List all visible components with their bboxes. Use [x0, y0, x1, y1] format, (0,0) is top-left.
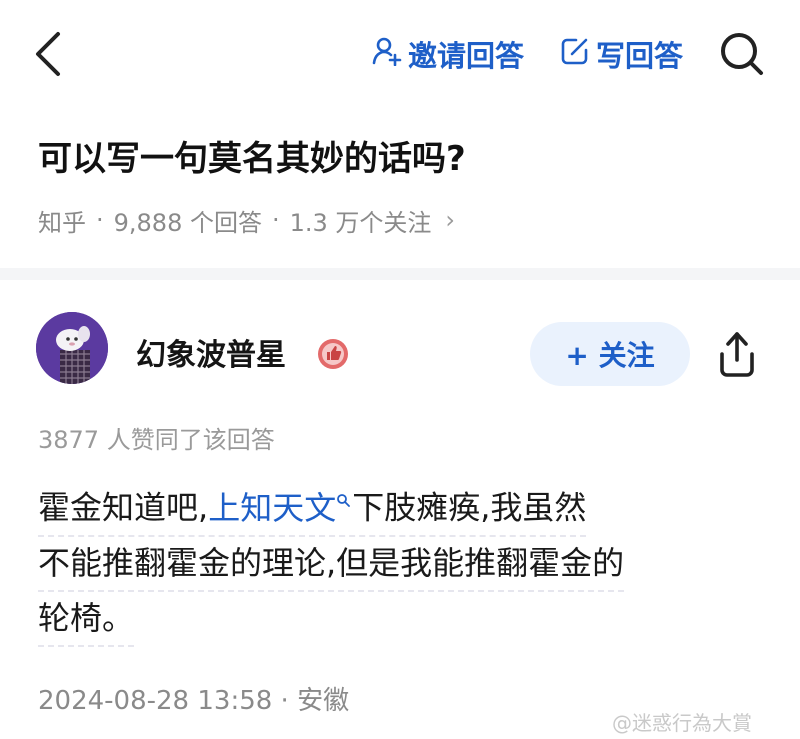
source-label: 知乎 [38, 208, 86, 237]
watermark: @迷惑行為大賞 [612, 711, 752, 735]
back-button[interactable] [30, 30, 70, 78]
search-link-icon [336, 470, 352, 523]
answer-timestamp: 2024-08-28 13:58 · 安徽 [38, 686, 350, 716]
avatar[interactable] [36, 312, 108, 384]
verified-badge-icon [316, 337, 350, 371]
answer-page: 邀请回答 写回答 可以写一句莫名其妙的话吗? 知乎 · 9,888 个回答 · … [0, 0, 800, 739]
answer-line: 霍金知道吧,上知天文 下肢瘫痪,我虽然 [38, 470, 587, 537]
answer-line: 不能推翻霍金的理论,但是我能推翻霍金的 [38, 537, 625, 592]
edit-icon [560, 36, 590, 73]
answer-text: 下肢瘫痪,我虽然 [352, 488, 587, 527]
search-icon [721, 33, 763, 75]
question-meta: 知乎 · 9,888 个回答 · 1.3 万个关注 › [38, 200, 455, 240]
answer-count: 9,888 个回答 [113, 208, 262, 237]
meta-separator: · [96, 206, 104, 234]
question-title[interactable]: 可以写一句莫名其妙的话吗? [38, 132, 778, 186]
search-link[interactable]: 上知天文 [208, 489, 352, 527]
write-answer-button[interactable]: 写回答 [560, 32, 683, 76]
section-divider [0, 268, 800, 280]
chevron-right-icon[interactable]: › [445, 206, 455, 234]
answer-text: 霍金知道吧, [38, 488, 209, 527]
vote-count: 3877 人赞同了该回答 [38, 426, 275, 454]
search-link-text: 上知天文 [208, 488, 337, 527]
follower-count: 1.3 万个关注 [289, 208, 432, 237]
meta-separator: · [271, 206, 280, 234]
follow-button[interactable]: + 关注 [530, 322, 690, 386]
invite-answer-label: 邀请回答 [408, 39, 525, 73]
author-name[interactable]: 幻象波普星 [136, 330, 286, 374]
search-button[interactable] [718, 30, 764, 76]
invite-user-icon [372, 36, 402, 73]
invite-answer-button[interactable]: 邀请回答 [372, 32, 524, 76]
top-bar: 邀请回答 写回答 [0, 0, 800, 105]
answer-line: 轮椅。 [38, 592, 135, 647]
answer-body: 霍金知道吧,上知天文 下肢瘫痪,我虽然 不能推翻霍金的理论,但是我能推翻霍金的 轮… [38, 470, 768, 647]
share-button[interactable] [714, 330, 760, 380]
share-icon [720, 332, 754, 377]
write-answer-label: 写回答 [596, 39, 684, 73]
back-arrow-icon [36, 32, 60, 76]
